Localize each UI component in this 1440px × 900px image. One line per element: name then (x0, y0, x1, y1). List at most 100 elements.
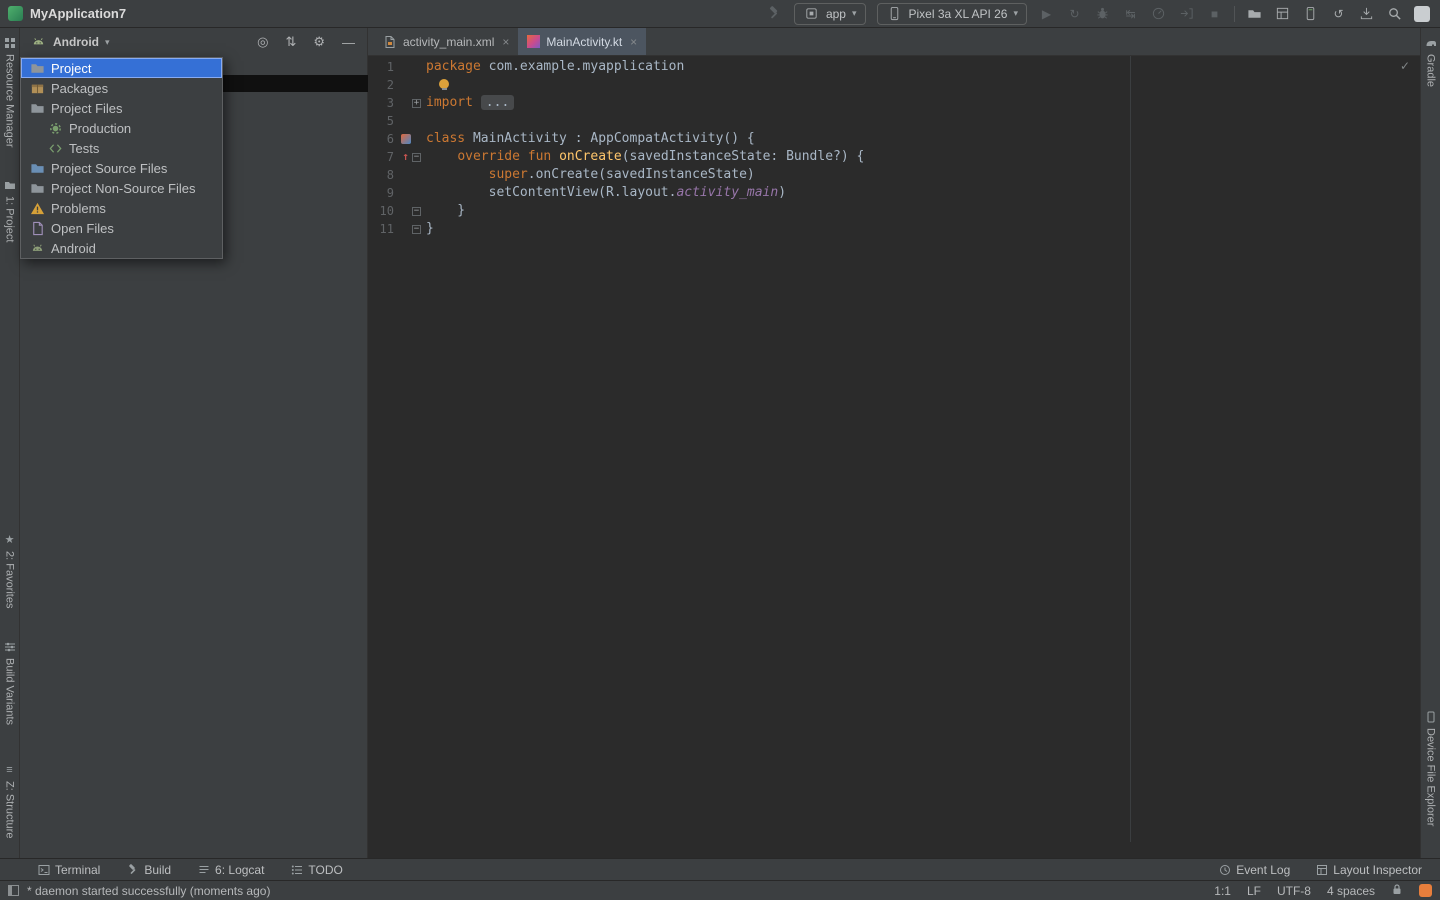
sdk-manager-icon[interactable] (1358, 5, 1375, 22)
popup-item-packages[interactable]: Packages (21, 78, 222, 98)
code-line-text[interactable]: super.onCreate(savedInstanceState) (426, 166, 755, 184)
search-icon[interactable] (1386, 5, 1403, 22)
toolwindow-terminal[interactable]: Terminal (38, 863, 100, 877)
popup-item-tests[interactable]: Tests (21, 138, 222, 158)
line-number[interactable]: 5 (368, 112, 394, 130)
stripe-resource-manager[interactable]: Resource Manager (0, 36, 19, 148)
chevron-down-icon[interactable]: ▾ (105, 37, 110, 48)
line-number[interactable]: 8 (368, 166, 394, 184)
toolwindow-toggle-icon[interactable] (8, 885, 19, 896)
popup-item-project-non-source-files[interactable]: Project Non-Source Files (21, 178, 222, 198)
popup-item-label: Tests (69, 141, 99, 156)
toolwindow-label: TODO (308, 863, 342, 877)
code-line-text[interactable]: } (426, 220, 434, 238)
stripe-gradle[interactable]: Gradle (1421, 36, 1440, 87)
line-number[interactable]: 6 (368, 130, 394, 148)
folder-icon (29, 100, 45, 116)
account-icon[interactable] (1414, 6, 1430, 22)
toolwindow-logcat[interactable]: 6: Logcat (198, 863, 264, 877)
profiler-icon[interactable] (1150, 5, 1167, 22)
layout-inspector-toolbar-icon[interactable] (1274, 5, 1291, 22)
tab-activity-main-xml[interactable]: activity_main.xml × (374, 28, 518, 55)
tab-mainactivity-kt[interactable]: MainActivity.kt × (518, 28, 646, 55)
code-line-text[interactable]: class MainActivity : AppCompatActivity()… (426, 130, 755, 148)
popup-item-project-files[interactable]: Project Files (21, 98, 222, 118)
code-line: 10 − } (368, 202, 1420, 220)
select-opened-file-icon[interactable]: ◎ (257, 34, 268, 50)
toolwindow-todo[interactable]: TODO (291, 863, 342, 877)
code-line-text[interactable]: package com.example.myapplication (426, 58, 684, 76)
stripe-structure[interactable]: ≡ Z: Structure (0, 763, 19, 838)
apply-changes-icon[interactable]: ↻ (1066, 5, 1083, 22)
folder-icon (29, 180, 45, 196)
line-number[interactable]: 3 (368, 94, 394, 112)
popup-item-problems[interactable]: Problems (21, 198, 222, 218)
code-line-text[interactable]: } (426, 202, 465, 220)
toolwindow-layout-inspector[interactable]: Layout Inspector (1316, 863, 1422, 877)
module-icon (803, 5, 820, 22)
line-number[interactable]: 10 (368, 202, 394, 220)
fold-marker[interactable]: − (412, 225, 421, 234)
make-project-hammer-icon[interactable] (766, 5, 783, 22)
popup-item-android[interactable]: Android (21, 238, 222, 258)
indent-size[interactable]: 4 spaces (1327, 884, 1375, 898)
fold-marker[interactable]: − (412, 153, 421, 162)
code-line-text[interactable]: override fun onCreate(savedInstanceState… (426, 148, 864, 166)
tree-selected-row[interactable] (223, 75, 368, 92)
code-line-text[interactable]: setContentView(R.layout.activity_main) (426, 184, 786, 202)
override-method-icon[interactable]: ↑ (402, 148, 409, 166)
code-line: 1 package com.example.myapplication (368, 58, 1420, 76)
line-number[interactable]: 9 (368, 184, 394, 202)
toolwindow-build[interactable]: Build (127, 863, 171, 877)
title-bar: MyApplication7 app ▾ Pixel 3a XL API 26 … (0, 0, 1440, 28)
code-line-text[interactable] (426, 76, 449, 94)
line-number[interactable]: 7 (368, 148, 394, 166)
settings-gear-icon[interactable]: ⚙ (313, 34, 325, 50)
stripe-favorites[interactable]: ★ 2: Favorites (0, 533, 19, 608)
folded-imports-chip[interactable]: ... (481, 95, 514, 110)
line-number[interactable]: 11 (368, 220, 394, 238)
toolwindow-label: Event Log (1236, 863, 1290, 877)
gradle-status-icon[interactable] (1419, 884, 1432, 897)
popup-item-label: Project (51, 61, 91, 76)
toolwindow-event-log[interactable]: Event Log (1219, 863, 1290, 877)
run-icon[interactable]: ▶ (1038, 5, 1055, 22)
code-line-text[interactable]: import ... (426, 94, 514, 112)
code-editor[interactable]: ✓ 1 package com.example.myapplication 23 + i… (368, 56, 1420, 842)
popup-item-label: Android (51, 241, 96, 256)
stripe-build-variants[interactable]: Build Variants (0, 640, 19, 725)
stop-icon[interactable]: ■ (1206, 5, 1223, 22)
status-message[interactable]: * daemon started successfully (moments a… (27, 884, 270, 898)
gradle-sync-icon[interactable]: ↺ (1330, 5, 1347, 22)
popup-item-open-files[interactable]: Open Files (21, 218, 222, 238)
expand-collapse-icon[interactable]: ⇅ (285, 34, 296, 50)
attach-debugger-icon[interactable] (1178, 5, 1195, 22)
device-select[interactable]: Pixel 3a XL API 26 ▾ (877, 3, 1027, 25)
file-icon (29, 220, 45, 236)
hide-panel-icon[interactable]: — (342, 35, 355, 50)
avd-manager-icon[interactable] (1302, 5, 1319, 22)
line-number[interactable]: 1 (368, 58, 394, 76)
kotlin-class-icon[interactable] (401, 134, 411, 144)
fold-marker[interactable]: + (412, 99, 421, 108)
close-tab-icon[interactable]: × (630, 35, 637, 49)
device-manager-icon[interactable] (1246, 5, 1263, 22)
stripe-project[interactable]: 1: Project (0, 178, 19, 242)
read-only-lock-icon[interactable] (1391, 883, 1403, 899)
close-tab-icon[interactable]: × (502, 35, 509, 49)
inspections-status-icon[interactable]: ✓ (1400, 59, 1410, 73)
popup-item-project[interactable]: Project (21, 58, 222, 78)
stripe-device-file-explorer[interactable]: Device File Explorer (1421, 710, 1440, 826)
project-view-selector[interactable]: Android (53, 35, 99, 49)
file-encoding[interactable]: UTF-8 (1277, 884, 1311, 898)
popup-item-project-source-files[interactable]: Project Source Files (21, 158, 222, 178)
intention-bulb-icon[interactable] (439, 79, 449, 89)
caret-position[interactable]: 1:1 (1214, 884, 1231, 898)
debug-icon[interactable] (1094, 5, 1111, 22)
apply-code-changes-icon[interactable]: ↹ (1122, 5, 1139, 22)
line-ending[interactable]: LF (1247, 884, 1261, 898)
run-config-select[interactable]: app ▾ (794, 3, 866, 25)
fold-marker[interactable]: − (412, 207, 421, 216)
line-number[interactable]: 2 (368, 76, 394, 94)
popup-item-production[interactable]: Production (21, 118, 222, 138)
